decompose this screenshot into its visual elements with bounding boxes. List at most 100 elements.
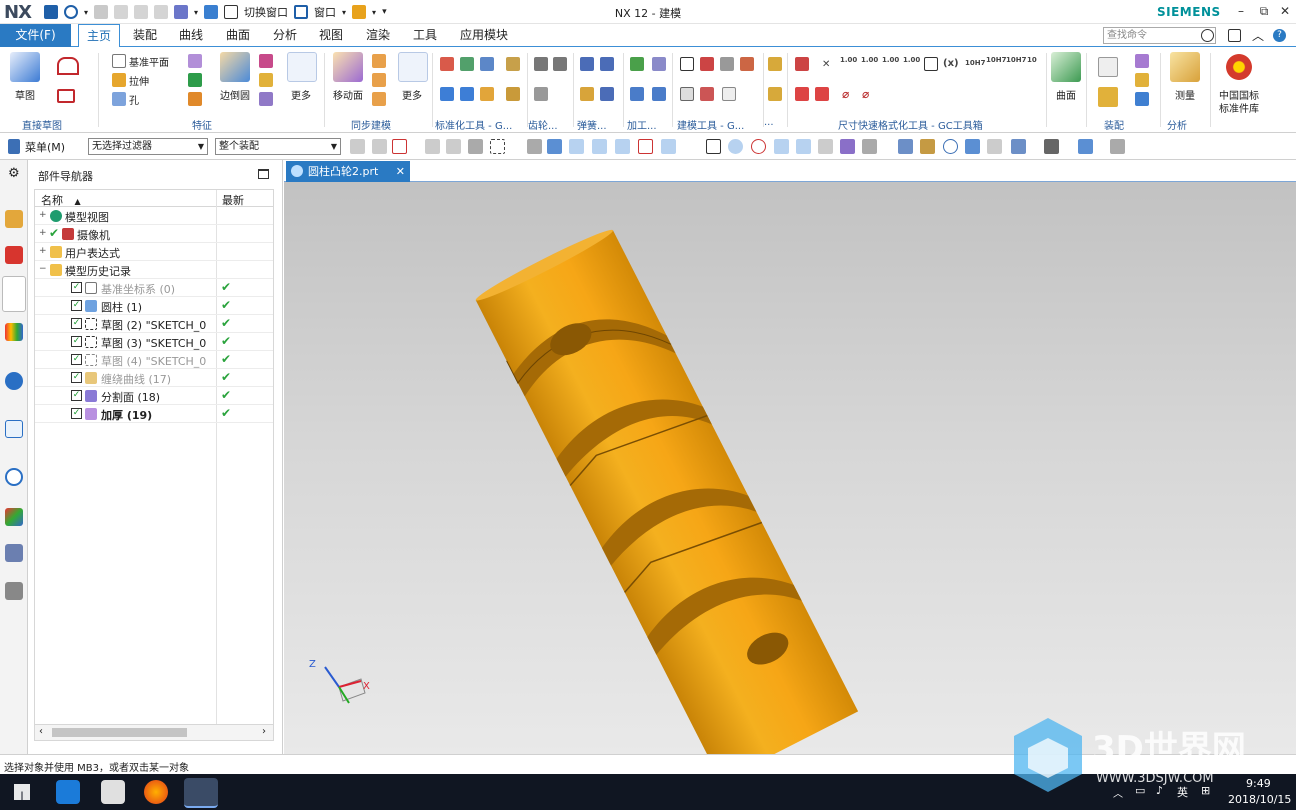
fit-label-5[interactable]: 10H7 xyxy=(965,59,985,67)
switch-window-icon[interactable] xyxy=(224,5,239,19)
measure-button[interactable]: 测量 xyxy=(1169,87,1201,102)
expand-icon[interactable]: + xyxy=(39,246,47,256)
tree-row[interactable]: ✓ 加厚 (19) ✔ xyxy=(35,405,273,423)
surface-button[interactable]: 曲面 xyxy=(1050,87,1082,102)
chevron-down-icon[interactable]: ▾ xyxy=(342,8,346,17)
move-face-button[interactable]: 移动面 xyxy=(329,87,367,102)
edge-browser-icon[interactable] xyxy=(56,780,80,804)
tab-assembly[interactable]: 装配 xyxy=(125,24,165,47)
undo-icon[interactable] xyxy=(64,5,78,19)
tab-tools[interactable]: 工具 xyxy=(405,24,445,47)
ime-mode-icon[interactable]: ⊞ xyxy=(1201,784,1210,797)
window-layout-icon[interactable] xyxy=(352,5,367,19)
tab-curve[interactable]: 曲线 xyxy=(171,24,211,47)
tree-row[interactable]: ✓ 圆柱 (1) ✔ xyxy=(35,297,273,315)
model-tool-5-icon[interactable] xyxy=(680,87,694,101)
dim-tool-2-icon[interactable] xyxy=(795,87,809,101)
scope-dropdown[interactable]: 整个装配 ▼ xyxy=(215,138,341,155)
std-tool-4-icon[interactable] xyxy=(506,57,520,71)
tree-row[interactable]: ✓ 草图 (2) "SKETCH_0 ✔ xyxy=(35,315,273,333)
tab-home[interactable]: 主页 xyxy=(78,24,121,48)
std-tool-3-icon[interactable] xyxy=(480,57,494,71)
diameter-2-icon[interactable]: ⌀ xyxy=(862,87,869,101)
roles-icon[interactable] xyxy=(5,582,23,600)
collapse-icon[interactable]: − xyxy=(39,264,47,274)
filter-3-icon[interactable] xyxy=(392,139,407,154)
clock-date[interactable]: 2018/10/15 xyxy=(1228,793,1291,806)
hole-button[interactable]: 孔 xyxy=(129,92,139,107)
gear-2-icon[interactable] xyxy=(553,57,567,71)
visibility-checkbox[interactable]: ✓ xyxy=(71,408,82,419)
scroll-right-icon[interactable]: › xyxy=(262,726,266,737)
repeat-command-icon[interactable] xyxy=(174,5,189,19)
installer-icon[interactable] xyxy=(101,780,125,804)
china-standard-library-icon[interactable] xyxy=(1224,52,1254,82)
view-1-icon[interactable] xyxy=(898,139,913,154)
replace-face-icon[interactable] xyxy=(372,92,386,106)
edge-blend-button[interactable]: 边倒圆 xyxy=(216,87,254,102)
close-icon[interactable]: ✕ xyxy=(396,161,405,182)
maximize-icon[interactable] xyxy=(258,169,269,179)
profile-icon[interactable] xyxy=(57,57,79,75)
help-icon[interactable]: ? xyxy=(1273,29,1286,42)
snap-8-icon[interactable] xyxy=(684,139,699,154)
minimize-button[interactable]: – xyxy=(1232,3,1250,19)
chevron-down-icon[interactable]: ▾ xyxy=(372,8,376,17)
surface-icon[interactable] xyxy=(1051,52,1081,82)
cut-icon[interactable] xyxy=(114,5,129,19)
draft-icon[interactable] xyxy=(259,92,273,106)
more-features-button[interactable]: 更多 xyxy=(286,87,316,102)
menu-icon[interactable] xyxy=(8,139,20,154)
hd3d-tools-icon[interactable] xyxy=(5,372,23,390)
assembly-4-icon[interactable] xyxy=(1135,92,1149,106)
snap-center-icon[interactable] xyxy=(728,139,743,154)
history-icon[interactable] xyxy=(5,468,23,486)
spring-4-icon[interactable] xyxy=(600,87,614,101)
part-navigator-icon[interactable] xyxy=(2,276,26,312)
model-tool-7-icon[interactable] xyxy=(722,87,736,101)
std-tool-8-icon[interactable] xyxy=(506,87,520,101)
document-tab[interactable]: 圆柱凸轮2.prt ✕ xyxy=(286,161,410,182)
show-hide-icon[interactable] xyxy=(1110,139,1125,154)
tree-row[interactable]: ✓ 草图 (4) "SKETCH_0 ✔ xyxy=(35,351,273,369)
fit-label-6[interactable]: 10H7 xyxy=(986,56,1006,64)
volume-icon[interactable]: ♪ xyxy=(1156,784,1163,797)
sketch-button[interactable]: 草图 xyxy=(10,87,40,102)
save-icon[interactable] xyxy=(44,5,58,19)
column-latest-header[interactable]: 最新 xyxy=(222,192,244,208)
datum-plane-icon[interactable] xyxy=(112,54,126,68)
triangle-tool-icon[interactable] xyxy=(680,57,694,71)
offset-region-icon[interactable] xyxy=(372,73,386,87)
chevron-down-icon[interactable]: ▾ xyxy=(84,8,88,17)
rotate-icon[interactable] xyxy=(943,139,958,154)
search-icon[interactable] xyxy=(1201,29,1214,42)
more-sync-button[interactable]: 更多 xyxy=(397,87,427,102)
column-name-header[interactable]: 名称 ▲ xyxy=(41,192,81,208)
assembly-3-icon[interactable] xyxy=(1135,73,1149,87)
scroll-left-icon[interactable]: ‹ xyxy=(39,726,43,737)
model-tool-4-icon[interactable] xyxy=(740,57,754,71)
china-std-label-2[interactable]: 标准件库 xyxy=(1214,100,1264,115)
menu-button[interactable]: 菜单(M) xyxy=(25,139,65,155)
filter-5-icon[interactable] xyxy=(446,139,461,154)
tree-row[interactable]: ✓ 缠绕曲线 (17) ✔ xyxy=(35,369,273,387)
gear-icon[interactable]: ⚙ xyxy=(8,166,20,181)
spring-icon[interactable] xyxy=(580,57,594,71)
snap-3-icon[interactable] xyxy=(569,139,584,154)
firefox-icon[interactable] xyxy=(144,780,168,804)
tree-row[interactable]: + 用户表达式 xyxy=(35,243,273,261)
shell-icon[interactable] xyxy=(259,73,273,87)
view-6-icon[interactable] xyxy=(1011,139,1026,154)
tree-row[interactable]: ✓ 分割面 (18) ✔ xyxy=(35,387,273,405)
snap-12-icon[interactable] xyxy=(818,139,833,154)
machining-4-icon[interactable] xyxy=(652,87,666,101)
subtract-icon[interactable] xyxy=(188,73,202,87)
cam-model[interactable]: Z X xyxy=(284,182,1296,754)
fit-label-2[interactable]: 1.00 xyxy=(861,56,878,64)
diameter-icon[interactable]: ⌀ xyxy=(842,87,849,101)
fit-label-7[interactable]: 10H7 xyxy=(1006,56,1026,64)
dim-tool-3-icon[interactable] xyxy=(815,87,829,101)
network-icon[interactable]: ▭ xyxy=(1135,784,1145,797)
model-tool-2-icon[interactable] xyxy=(700,57,714,71)
copy-icon[interactable] xyxy=(134,5,149,19)
